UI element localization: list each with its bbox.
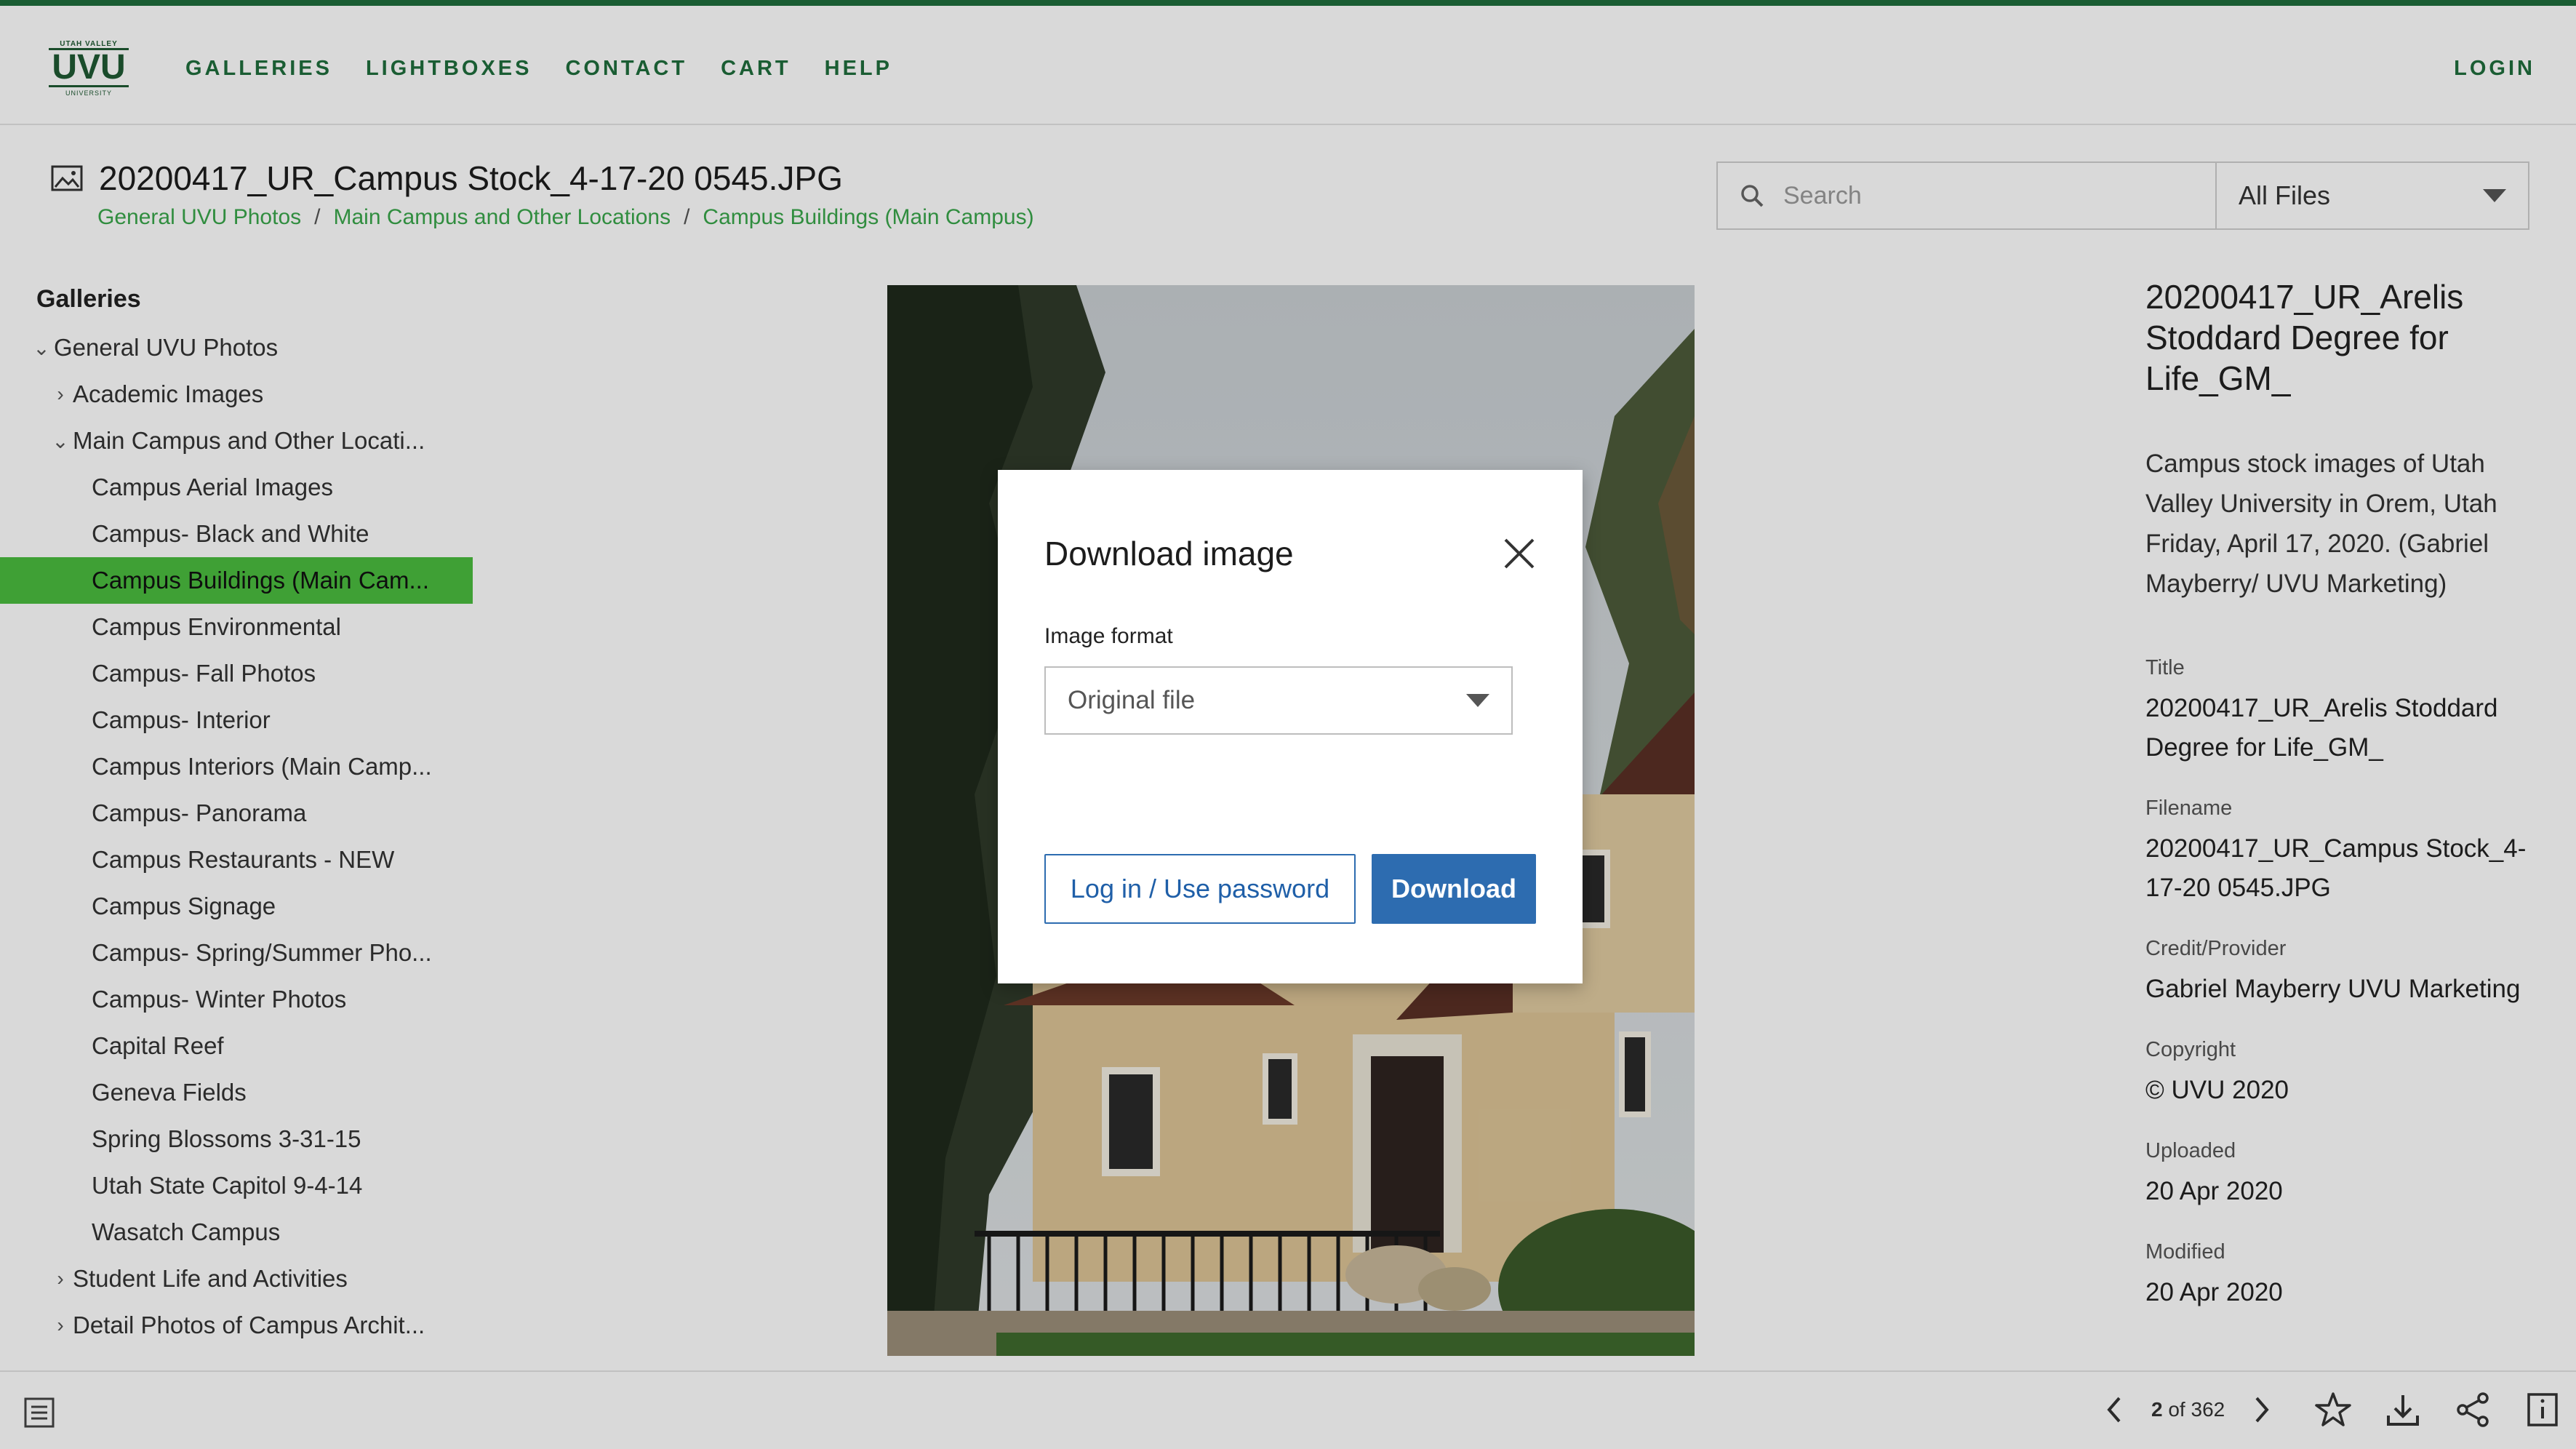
image-format-select[interactable]: Original file bbox=[1044, 666, 1513, 735]
image-format-value: Original file bbox=[1068, 686, 1196, 714]
close-icon[interactable] bbox=[1501, 535, 1537, 572]
image-format-label: Image format bbox=[1044, 624, 1173, 648]
download-button[interactable]: Download bbox=[1372, 854, 1536, 924]
dialog-title: Download image bbox=[1044, 535, 1294, 572]
login-password-button[interactable]: Log in / Use password bbox=[1044, 854, 1356, 924]
chevron-down-icon bbox=[1466, 694, 1489, 707]
app: UTAH VALLEY UVU UNIVERSITY GALLERIES LIG… bbox=[0, 0, 2576, 1449]
download-dialog: Download image Image format Original fil… bbox=[998, 470, 1583, 983]
